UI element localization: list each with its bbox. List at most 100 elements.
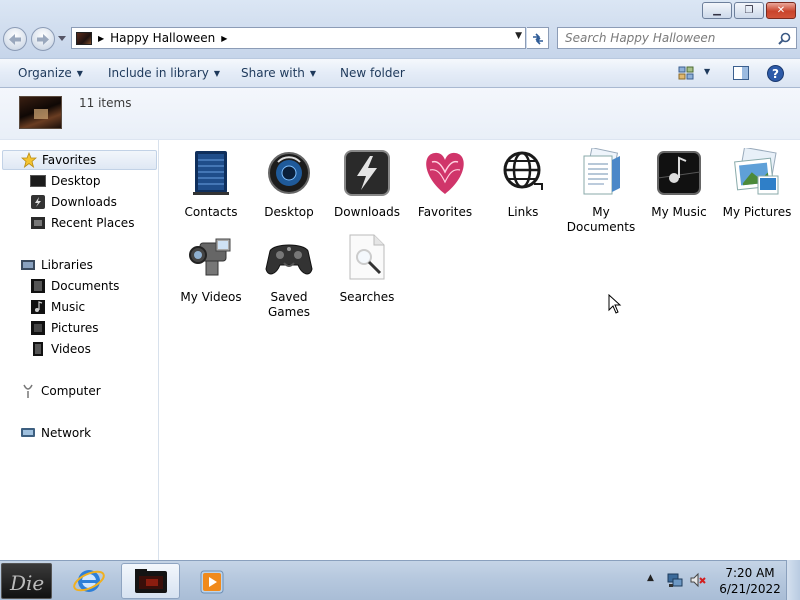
maximize-button[interactable]: ❐ bbox=[734, 2, 764, 19]
folder-thumbnail-icon bbox=[19, 96, 62, 129]
breadcrumb-happy-halloween[interactable]: Happy Halloween bbox=[110, 31, 215, 45]
view-options-dropdown-icon[interactable]: ▼ bbox=[704, 67, 710, 76]
nav-item-favorites[interactable]: Favorites bbox=[2, 150, 157, 170]
minimize-button[interactable]: ▁ bbox=[702, 2, 732, 19]
network-status-icon[interactable] bbox=[667, 572, 683, 588]
nav-label: Libraries bbox=[41, 258, 93, 272]
internet-explorer-icon bbox=[73, 570, 105, 592]
nav-label: Recent Places bbox=[51, 216, 135, 230]
music-icon bbox=[657, 151, 701, 195]
documents-icon bbox=[31, 279, 45, 293]
new-folder-button[interactable]: New folder bbox=[340, 66, 405, 80]
item-label: Links bbox=[507, 205, 539, 219]
mouse-pointer-icon bbox=[608, 294, 622, 314]
start-orb-icon: Die bbox=[9, 571, 44, 595]
file-list: Contacts Desktop Downloads Favorites Lin… bbox=[160, 140, 800, 560]
breadcrumb-separator-icon[interactable]: ▶ bbox=[98, 34, 104, 43]
volume-muted-icon[interactable] bbox=[690, 572, 706, 588]
nav-item-computer[interactable]: Computer bbox=[20, 381, 101, 401]
nav-label: Pictures bbox=[51, 321, 99, 335]
nav-label: Desktop bbox=[51, 174, 101, 188]
organize-button[interactable]: Organize ▼ bbox=[18, 66, 83, 80]
system-clock[interactable]: 7:20 AM 6/21/2022 bbox=[718, 565, 782, 597]
minimize-icon: ▁ bbox=[713, 5, 721, 16]
preview-pane-icon[interactable] bbox=[733, 66, 749, 80]
folder-downloads[interactable]: Downloads bbox=[328, 148, 406, 220]
window-titlebar: ▁ ❐ ✕ ▶ Happy Halloween ▶ ▼ bbox=[0, 0, 800, 58]
links-icon bbox=[503, 151, 543, 190]
item-label: Saved Games bbox=[268, 290, 310, 319]
item-label: My Videos bbox=[180, 290, 242, 304]
address-bar[interactable]: ▶ Happy Halloween ▶ ▼ bbox=[71, 27, 526, 49]
documents-icon bbox=[583, 147, 620, 195]
folder-searches[interactable]: Searches bbox=[328, 233, 406, 305]
search-box[interactable] bbox=[557, 27, 797, 49]
nav-item-recent-places[interactable]: Recent Places bbox=[30, 213, 134, 233]
help-icon[interactable]: ? bbox=[767, 65, 784, 82]
folder-favorites[interactable]: Favorites bbox=[406, 148, 484, 220]
show-desktop-button[interactable] bbox=[786, 560, 800, 600]
nav-item-desktop[interactable]: Desktop bbox=[30, 171, 101, 191]
dropdown-arrow-icon: ▼ bbox=[213, 69, 221, 78]
details-header: 11 items bbox=[0, 88, 800, 140]
nav-label: Computer bbox=[41, 384, 101, 398]
explorer-folder-icon bbox=[135, 569, 167, 593]
favorites-icon bbox=[426, 152, 464, 194]
item-label: My Music bbox=[651, 205, 707, 219]
search-input[interactable] bbox=[558, 28, 768, 48]
item-label: Desktop bbox=[264, 205, 314, 219]
forward-arrow-icon bbox=[37, 34, 49, 45]
videos-icon bbox=[33, 342, 43, 356]
taskbar-media-player[interactable] bbox=[183, 563, 239, 599]
back-arrow-icon bbox=[9, 34, 21, 45]
change-view-icon[interactable] bbox=[678, 66, 694, 80]
nav-item-music[interactable]: Music bbox=[30, 297, 85, 317]
desktop-icon bbox=[268, 152, 310, 194]
dropdown-arrow-icon: ▼ bbox=[309, 69, 317, 78]
item-label: Searches bbox=[339, 290, 395, 304]
include-in-library-button[interactable]: Include in library ▼ bbox=[108, 66, 220, 80]
recent-pages-dropdown-icon[interactable] bbox=[58, 36, 66, 42]
folder-my-pictures[interactable]: My Pictures bbox=[718, 146, 796, 220]
nav-item-network[interactable]: Network bbox=[20, 423, 91, 443]
folder-saved-games[interactable]: Saved Games bbox=[250, 233, 328, 320]
nav-label: Music bbox=[51, 300, 86, 314]
taskbar-windows-explorer[interactable] bbox=[121, 563, 180, 599]
folder-contacts[interactable]: Contacts bbox=[172, 148, 250, 220]
nav-item-libraries[interactable]: Libraries bbox=[20, 255, 93, 275]
games-icon bbox=[265, 244, 313, 275]
videos-icon bbox=[189, 238, 231, 276]
nav-item-downloads[interactable]: Downloads bbox=[30, 192, 117, 212]
downloads-icon bbox=[31, 195, 45, 209]
nav-item-pictures[interactable]: Pictures bbox=[30, 318, 99, 338]
window-controls: ▁ ❐ ✕ bbox=[702, 2, 796, 19]
new-folder-label: New folder bbox=[340, 66, 405, 80]
folder-my-documents[interactable]: My Documents bbox=[562, 147, 640, 235]
media-player-icon bbox=[200, 570, 224, 594]
share-with-button[interactable]: Share with ▼ bbox=[241, 66, 316, 80]
address-dropdown-icon[interactable]: ▼ bbox=[515, 31, 522, 41]
folder-desktop[interactable]: Desktop bbox=[250, 148, 328, 220]
start-button[interactable]: Die bbox=[1, 563, 52, 599]
show-hidden-icons-icon[interactable]: ▲ bbox=[647, 573, 654, 583]
nav-label: Network bbox=[41, 426, 92, 440]
network-icon bbox=[21, 428, 35, 437]
forward-button[interactable] bbox=[31, 27, 55, 51]
clock-date: 6/21/2022 bbox=[719, 582, 781, 596]
nav-item-videos[interactable]: Videos bbox=[30, 339, 91, 359]
command-bar: Organize ▼ Include in library ▼ Share with… bbox=[0, 58, 800, 88]
folder-my-music[interactable]: My Music bbox=[640, 148, 718, 220]
search-icon[interactable] bbox=[778, 32, 791, 45]
item-count: 11 items bbox=[79, 96, 132, 110]
close-icon: ✕ bbox=[776, 5, 786, 16]
nav-label: Videos bbox=[51, 342, 91, 356]
taskbar-internet-explorer[interactable] bbox=[61, 563, 117, 599]
nav-item-documents[interactable]: Documents bbox=[30, 276, 119, 296]
folder-my-videos[interactable]: My Videos bbox=[172, 233, 250, 305]
breadcrumb-separator-icon[interactable]: ▶ bbox=[221, 34, 227, 43]
back-button[interactable] bbox=[3, 27, 27, 51]
share-with-label: Share with bbox=[241, 66, 305, 80]
close-button[interactable]: ✕ bbox=[766, 2, 796, 19]
folder-links[interactable]: Links bbox=[484, 148, 562, 220]
refresh-button[interactable] bbox=[527, 27, 549, 49]
